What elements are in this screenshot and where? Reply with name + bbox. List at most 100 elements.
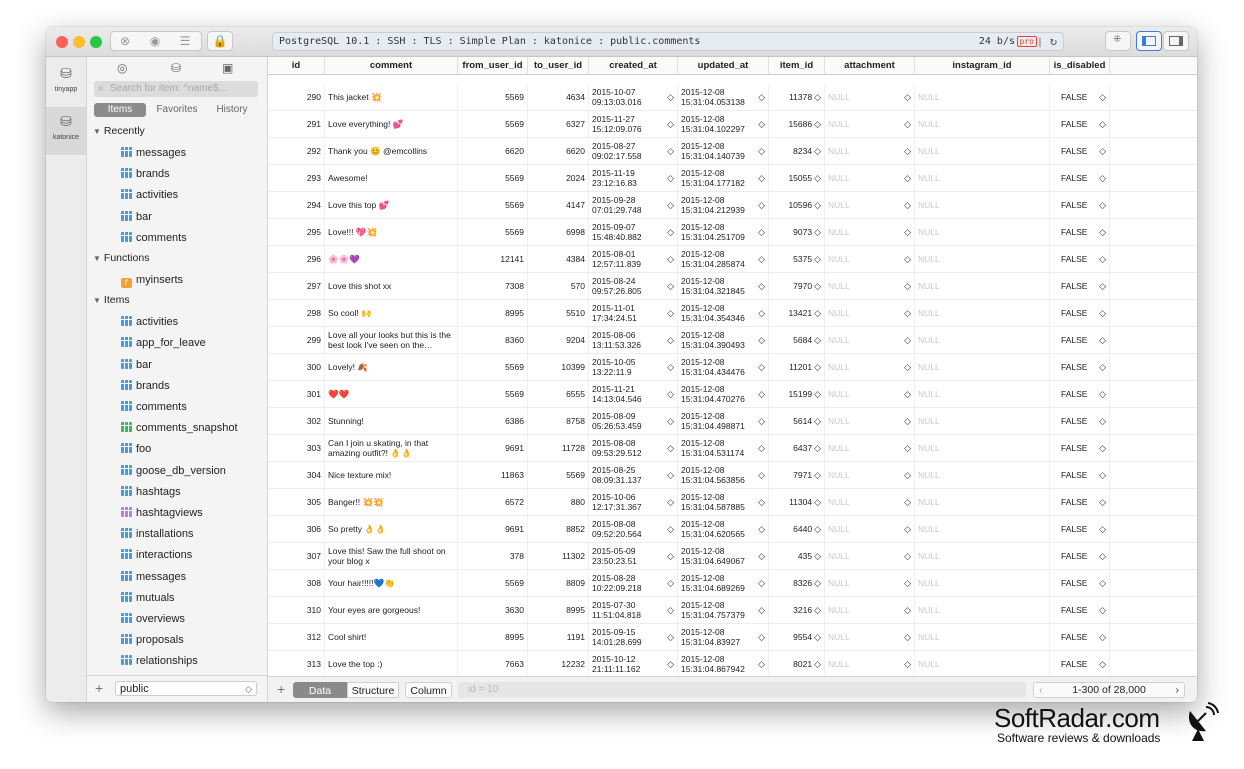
cell-attachment[interactable]: NULL ◇ xyxy=(825,219,915,245)
cell-item-id[interactable]: 9554 ◇ xyxy=(769,624,825,650)
cell-from-user-id[interactable]: 7663 xyxy=(458,651,528,676)
tree-group-header[interactable]: ▼ Recently xyxy=(93,125,145,137)
cell-item-id[interactable]: 7971 ◇ xyxy=(769,462,825,488)
cell-attachment[interactable]: NULL ◇ xyxy=(825,651,915,676)
chevron-updown-icon[interactable]: ◇ xyxy=(812,254,824,265)
cell-item-id[interactable]: 15199 ◇ xyxy=(769,381,825,407)
chevron-updown-icon[interactable]: ◇ xyxy=(758,254,768,264)
cell-updated-at[interactable]: 2015-12-08 15:31:04.867942 ◇ xyxy=(678,651,769,676)
chevron-updown-icon[interactable]: ◇ xyxy=(1099,578,1109,589)
chevron-updown-icon[interactable]: ◇ xyxy=(1099,605,1109,616)
cell-created-at[interactable]: 2015-10-06 12:17:31.367 ◇ xyxy=(589,489,678,515)
cell-from-user-id[interactable]: 6386 xyxy=(458,408,528,434)
table-row[interactable]: 308 Your hair!!!!!💙👏 5569 8809 2015-08-28 10:… xyxy=(268,570,1197,597)
cell-attachment[interactable]: NULL ◇ xyxy=(825,165,915,191)
cell-comment[interactable]: Thank you 😊 @emcollins xyxy=(325,138,458,164)
cell-attachment[interactable]: NULL ◇ xyxy=(825,543,915,569)
cell-to-user-id[interactable]: 4147 xyxy=(528,192,589,218)
sidebar-item[interactable]: brands xyxy=(121,379,170,393)
chevron-updown-icon[interactable]: ◇ xyxy=(1099,200,1109,211)
cell-created-at[interactable]: 2015-10-12 21:11:11.162 ◇ xyxy=(589,651,678,676)
chevron-updown-icon[interactable]: ◇ xyxy=(758,605,768,615)
chevron-updown-icon[interactable]: ◇ xyxy=(904,308,914,319)
chevron-updown-icon[interactable]: ◇ xyxy=(1099,659,1109,670)
cell-id[interactable]: 291 xyxy=(268,111,325,137)
chevron-updown-icon[interactable]: ◇ xyxy=(812,578,824,589)
cell-updated-at[interactable]: 2015-12-08 15:31:04.140739 ◇ xyxy=(678,138,769,164)
cell-is-disabled[interactable]: FALSE ◇ xyxy=(1050,462,1110,488)
grid-layout-icon[interactable]: ⁜ xyxy=(1105,31,1131,51)
chevron-updown-icon[interactable]: ◇ xyxy=(904,389,914,400)
chevron-updown-icon[interactable]: ◇ xyxy=(904,254,914,265)
chevron-updown-icon[interactable]: ◇ xyxy=(758,173,768,183)
database-icon[interactable]: ⛁ xyxy=(171,61,181,75)
cell-instagram-id[interactable]: NULL xyxy=(915,462,1050,488)
column-header-created-at[interactable]: created_at xyxy=(589,57,678,74)
cell-created-at[interactable]: 2015-07-30 11:51:04.818 ◇ xyxy=(589,597,678,623)
cell-id[interactable]: 305 xyxy=(268,489,325,515)
cell-comment[interactable]: Love everything! 💕 xyxy=(325,111,458,137)
column-header-item-id[interactable]: item_id xyxy=(769,57,825,74)
cell-item-id[interactable]: 9073 ◇ xyxy=(769,219,825,245)
table-row[interactable]: 312 Cool shirt! 8995 1191 2015-09-15 14:01:28… xyxy=(268,624,1197,651)
cell-comment[interactable]: Banger!! 💥💥 xyxy=(325,489,458,515)
sidebar-item[interactable]: bar xyxy=(121,210,152,224)
chevron-updown-icon[interactable]: ◇ xyxy=(904,335,914,346)
cell-to-user-id[interactable]: 6620 xyxy=(528,138,589,164)
chevron-updown-icon[interactable]: ◇ xyxy=(758,389,768,399)
sidebar-item[interactable]: brands xyxy=(121,167,170,181)
sidebar-item[interactable]: overviews xyxy=(121,612,185,626)
cell-created-at[interactable]: 2015-08-28 10:22:09.218 ◇ xyxy=(589,570,678,596)
cell-to-user-id[interactable]: 8758 xyxy=(528,408,589,434)
cell-updated-at[interactable]: 2015-12-08 15:31:04.498871 ◇ xyxy=(678,408,769,434)
cell-updated-at[interactable]: 2015-12-08 15:31:04.285874 ◇ xyxy=(678,246,769,272)
cell-is-disabled[interactable]: FALSE ◇ xyxy=(1050,246,1110,272)
cell-is-disabled[interactable]: FALSE ◇ xyxy=(1050,489,1110,515)
cell-from-user-id[interactable]: 6572 xyxy=(458,489,528,515)
cell-item-id[interactable]: 5614 ◇ xyxy=(769,408,825,434)
cell-id[interactable]: 293 xyxy=(268,165,325,191)
cell-updated-at[interactable]: 2015-12-08 15:31:04.102297 ◇ xyxy=(678,111,769,137)
chevron-updown-icon[interactable]: ◇ xyxy=(1099,470,1109,481)
cell-attachment[interactable]: NULL ◇ xyxy=(825,354,915,380)
cell-id[interactable]: 303 xyxy=(268,435,325,461)
sidebar-item[interactable]: hashtagviews xyxy=(121,506,203,520)
cell-created-at[interactable]: 2015-08-27 09:02:17.558 ◇ xyxy=(589,138,678,164)
cell-is-disabled[interactable]: FALSE ◇ xyxy=(1050,435,1110,461)
tab-history[interactable]: History xyxy=(207,103,257,117)
chevron-updown-icon[interactable]: ◇ xyxy=(812,92,824,103)
chevron-updown-icon[interactable]: ◇ xyxy=(667,632,677,642)
table-row[interactable]: 300 Lovely! 🍂 5569 10399 2015-10-05 13:22:11.… xyxy=(268,354,1197,381)
cell-id[interactable]: 313 xyxy=(268,651,325,676)
cell-comment[interactable]: Lovely! 🍂 xyxy=(325,354,458,380)
cell-comment[interactable]: Love this shot xx xyxy=(325,273,458,299)
cell-item-id[interactable]: 5684 ◇ xyxy=(769,327,825,353)
cell-to-user-id[interactable]: 9204 xyxy=(528,327,589,353)
chevron-updown-icon[interactable]: ◇ xyxy=(667,551,677,561)
cell-id[interactable]: 301 xyxy=(268,381,325,407)
chevron-updown-icon[interactable]: ◇ xyxy=(1099,416,1109,427)
table-row[interactable]: 296 🌸🌸💜 12141 4384 2015-08-01 12:57:11.839 ◇ 20… xyxy=(268,246,1197,273)
chevron-updown-icon[interactable]: ◇ xyxy=(667,281,677,291)
cell-to-user-id[interactable]: 4634 xyxy=(528,84,589,110)
chevron-updown-icon[interactable]: ◇ xyxy=(758,497,768,507)
cell-created-at[interactable]: 2015-10-07 09:13:03.016 ◇ xyxy=(589,84,678,110)
chevron-updown-icon[interactable]: ◇ xyxy=(812,362,824,373)
cell-to-user-id[interactable]: 6998 xyxy=(528,219,589,245)
cell-from-user-id[interactable]: 12141 xyxy=(458,246,528,272)
cell-is-disabled[interactable]: FALSE ◇ xyxy=(1050,597,1110,623)
chevron-updown-icon[interactable]: ◇ xyxy=(812,524,824,535)
table-row[interactable]: 291 Love everything! 💕 5569 6327 2015-11-27 1… xyxy=(268,111,1197,138)
connection-bar[interactable]: PostgreSQL 10.1 : SSH : TLS : Simple Pla… xyxy=(272,32,1064,51)
cell-attachment[interactable]: NULL ◇ xyxy=(825,138,915,164)
console-icon[interactable]: ☰ xyxy=(172,31,198,51)
chevron-updown-icon[interactable]: ◇ xyxy=(1099,389,1109,400)
chevron-updown-icon[interactable]: ◇ xyxy=(812,551,824,562)
cell-attachment[interactable]: NULL ◇ xyxy=(825,624,915,650)
cell-is-disabled[interactable]: FALSE ◇ xyxy=(1050,273,1110,299)
chevron-updown-icon[interactable]: ◇ xyxy=(667,497,677,507)
cell-from-user-id[interactable]: 8360 xyxy=(458,327,528,353)
chevron-updown-icon[interactable]: ◇ xyxy=(812,227,824,238)
cell-id[interactable]: 312 xyxy=(268,624,325,650)
cell-item-id[interactable]: 10596 ◇ xyxy=(769,192,825,218)
